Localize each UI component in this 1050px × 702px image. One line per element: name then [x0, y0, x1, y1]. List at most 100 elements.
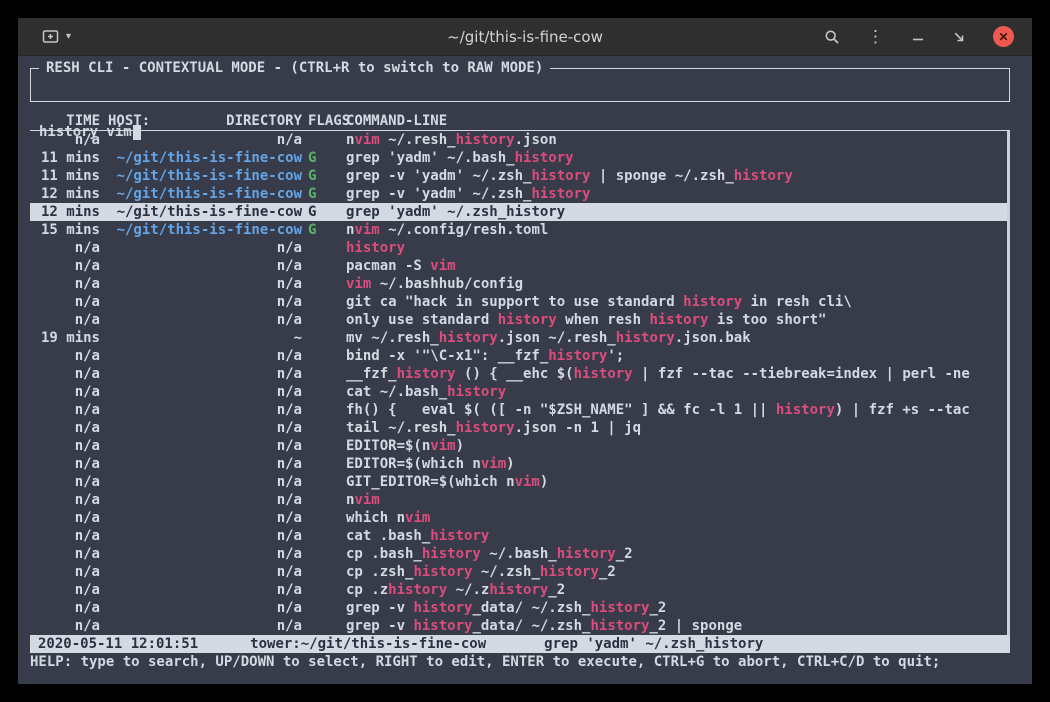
row-flags	[302, 311, 346, 329]
table-row[interactable]: n/an/acat ~/.bash_history	[30, 383, 1010, 401]
resh-search-box: RESH CLI - CONTEXTUAL MODE - (CTRL+R to …	[30, 68, 1010, 102]
row-command: cp .zhistory ~/.zhistory_2	[346, 581, 1010, 599]
row-directory: n/a	[100, 311, 302, 329]
row-time: n/a	[30, 455, 100, 473]
table-row[interactable]: n/an/a grep -v history_data/ ~/.zsh_histo…	[30, 617, 1010, 635]
row-directory: n/a	[100, 473, 302, 491]
row-time: n/a	[30, 293, 100, 311]
row-directory: n/a	[100, 509, 302, 527]
table-row[interactable]: n/an/apacman -S vim	[30, 257, 1010, 275]
row-flags	[302, 509, 346, 527]
table-row[interactable]: n/an/a__fzf_history () { __ehc $(history…	[30, 365, 1010, 383]
menu-button[interactable]: ⋮	[867, 28, 884, 45]
row-flags	[302, 401, 346, 419]
row-command: pacman -S vim	[346, 257, 1010, 275]
chevron-down-icon: ▾	[66, 31, 71, 42]
row-time: n/a	[30, 131, 100, 149]
row-directory: n/a	[100, 131, 302, 149]
row-time: n/a	[30, 257, 100, 275]
table-row[interactable]: 12 mins~/git/this-is-fine-cowGgrep 'yadm…	[30, 203, 1010, 221]
window-title: ~/git/this-is-fine-cow	[447, 28, 603, 46]
table-row[interactable]: n/an/a cp .bash_history ~/.bash_history_2	[30, 545, 1010, 563]
row-flags	[302, 437, 346, 455]
row-command: which nvim	[346, 509, 1010, 527]
row-flags	[302, 293, 346, 311]
row-flags	[302, 581, 346, 599]
close-button[interactable]: ✕	[993, 26, 1014, 47]
row-time: n/a	[30, 527, 100, 545]
row-flags	[302, 419, 346, 437]
row-time: n/a	[30, 545, 100, 563]
row-command: fh() { eval $( ([ -n "$ZSH_NAME" ] && fc…	[346, 401, 1010, 419]
row-command: EDITOR=$(which nvim)	[346, 455, 1010, 473]
table-row[interactable]: n/an/afh() { eval $( ([ -n "$ZSH_NAME" ]…	[30, 401, 1010, 419]
row-command: grep -v 'yadm' ~/.zsh_history	[346, 185, 1010, 203]
restore-button[interactable]	[952, 30, 966, 44]
table-row[interactable]: n/an/anvim ~/.resh_history.json	[30, 131, 1010, 149]
table-row[interactable]: n/an/acat .bash_history	[30, 527, 1010, 545]
table-row[interactable]: n/an/anvim	[30, 491, 1010, 509]
row-time: n/a	[30, 365, 100, 383]
restore-icon	[952, 30, 966, 44]
row-directory: n/a	[100, 563, 302, 581]
row-time: n/a	[30, 275, 100, 293]
table-row[interactable]: n/an/ahistory	[30, 239, 1010, 257]
table-row[interactable]: n/an/atail ~/.resh_history.json -n 1 | j…	[30, 419, 1010, 437]
table-row[interactable]: n/an/acp .zhistory ~/.zhistory_2	[30, 581, 1010, 599]
table-row[interactable]: 11 mins~/git/this-is-fine-cowGgrep 'yadm…	[30, 149, 1010, 167]
row-directory: n/a	[100, 275, 302, 293]
row-command: cat .bash_history	[346, 527, 1010, 545]
row-command: grep -v history_data/ ~/.zsh_history_2	[346, 599, 1010, 617]
table-row[interactable]: 12 mins~/git/this-is-fine-cowGgrep -v 'y…	[30, 185, 1010, 203]
table-row[interactable]: n/an/a EDITOR=$(which nvim)	[30, 455, 1010, 473]
table-row[interactable]: n/an/aEDITOR=$(nvim)	[30, 437, 1010, 455]
search-icon	[824, 29, 840, 45]
table-row[interactable]: n/an/avim ~/.bashhub/config	[30, 275, 1010, 293]
table-row[interactable]: n/an/awhich nvim	[30, 509, 1010, 527]
row-directory: n/a	[100, 455, 302, 473]
header-time: TIME	[30, 112, 100, 130]
row-directory: n/a	[100, 347, 302, 365]
row-command: grep 'yadm' ~/.zsh_history	[346, 203, 1010, 221]
table-row[interactable]: n/an/aGIT_EDITOR=$(which nvim)	[30, 473, 1010, 491]
row-directory: n/a	[100, 617, 302, 635]
table-row[interactable]: n/an/aonly use standard history when res…	[30, 311, 1010, 329]
tab-menu-button[interactable]: ▾	[66, 31, 71, 42]
row-command: bind -x '"\C-x1": __fzf_history';	[346, 347, 1010, 365]
table-row[interactable]: 11 mins~/git/this-is-fine-cowGgrep -v 'y…	[30, 167, 1010, 185]
table-row[interactable]: n/an/abind -x '"\C-x1": __fzf_history';	[30, 347, 1010, 365]
row-directory: n/a	[100, 365, 302, 383]
table-row[interactable]: 15 mins~/git/this-is-fine-cowGnvim ~/.co…	[30, 221, 1010, 239]
row-command: grep -v history_data/ ~/.zsh_history_2 |…	[346, 617, 1010, 635]
table-row[interactable]: n/an/agrep -v history_data/ ~/.zsh_histo…	[30, 599, 1010, 617]
status-host-directory: tower:~/git/this-is-fine-cow	[250, 635, 486, 653]
row-flags: G	[302, 167, 346, 185]
minimize-button[interactable]	[911, 30, 925, 44]
search-button[interactable]	[824, 29, 840, 45]
table-row[interactable]: 19 mins~mv ~/.resh_history.json ~/.resh_…	[30, 329, 1010, 347]
row-command: git ca "hack in support to use standard …	[346, 293, 1010, 311]
table-row[interactable]: n/an/acp .zsh_history ~/.zsh_history_2	[30, 563, 1010, 581]
row-flags	[302, 329, 346, 347]
scrollbar[interactable]	[1007, 131, 1010, 635]
row-command: grep 'yadm' ~/.bash_history	[346, 149, 1010, 167]
row-flags	[302, 455, 346, 473]
row-time: n/a	[30, 419, 100, 437]
terminal-window: ▾ ~/git/this-is-fine-cow ⋮	[18, 18, 1032, 684]
row-command: cp .bash_history ~/.bash_history_2	[346, 545, 1010, 563]
row-flags	[302, 275, 346, 293]
row-directory: n/a	[100, 239, 302, 257]
row-time: n/a	[30, 617, 100, 635]
row-flags: G	[302, 185, 346, 203]
row-flags	[302, 473, 346, 491]
row-flags	[302, 131, 346, 149]
row-directory: n/a	[100, 491, 302, 509]
new-tab-button[interactable]	[42, 29, 59, 44]
row-flags	[302, 383, 346, 401]
row-directory: ~/git/this-is-fine-cow	[100, 167, 302, 185]
table-row[interactable]: n/an/agit ca "hack in support to use sta…	[30, 293, 1010, 311]
row-time: 11 mins	[30, 167, 100, 185]
row-time: n/a	[30, 401, 100, 419]
row-directory: n/a	[100, 383, 302, 401]
row-directory: n/a	[100, 545, 302, 563]
